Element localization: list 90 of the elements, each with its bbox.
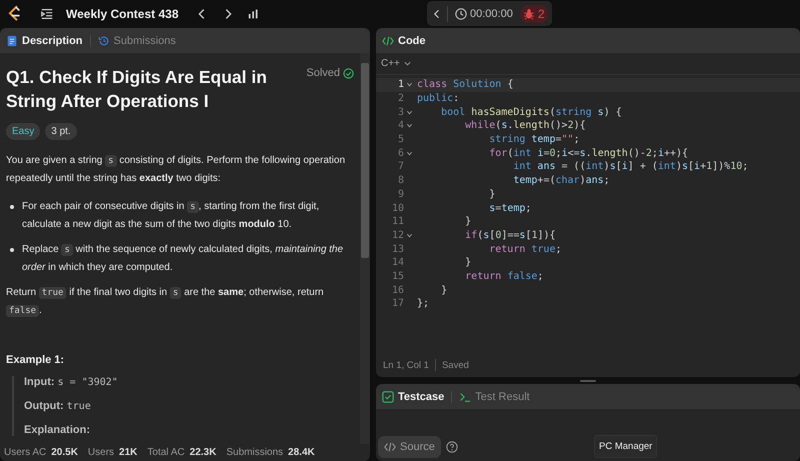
checkbox-icon bbox=[382, 390, 394, 402]
panel-tab[interactable]: Description bbox=[5, 32, 84, 48]
fold-caret-icon[interactable] bbox=[406, 81, 412, 88]
stat-label: Users bbox=[88, 447, 114, 458]
stat-value: 22.3K bbox=[190, 447, 216, 458]
line-number: 12 bbox=[392, 230, 404, 241]
stat-label: Users AC bbox=[4, 447, 46, 458]
line-number: 5 bbox=[398, 134, 404, 146]
bug-icon bbox=[522, 8, 535, 20]
code-icon bbox=[384, 441, 396, 453]
code-line: } bbox=[440, 284, 448, 296]
line-number: 6 bbox=[398, 148, 404, 159]
code-line: class Solution { bbox=[416, 79, 514, 90]
panel-tab[interactable]: Test Result bbox=[458, 388, 531, 404]
solved-status: Solved bbox=[306, 67, 340, 79]
line-number: 14 bbox=[392, 257, 404, 268]
bullet-icon bbox=[10, 248, 14, 252]
line-number: 4 bbox=[398, 120, 404, 132]
paragraph: Return true if the final two digits in s are the same; otherwise, return false . bbox=[6, 286, 325, 319]
code-line: s=temp; bbox=[488, 202, 532, 214]
code-tab[interactable]: Code bbox=[381, 32, 426, 48]
code-line: return false; bbox=[464, 270, 544, 282]
bar-chart-icon[interactable] bbox=[246, 7, 260, 21]
code-line: } bbox=[464, 216, 472, 228]
language-selector[interactable]: C++ bbox=[381, 58, 412, 69]
list-item-text: For each pair of consecutive digits in s , starting from the first digit, calculate a new digit as the sum of the two digits modulo 10. bbox=[22, 200, 320, 232]
panel-tab[interactable]: Testcase bbox=[381, 388, 446, 404]
line-number: 8 bbox=[398, 175, 404, 186]
code-line: } bbox=[464, 257, 472, 268]
code-line: string temp=""; bbox=[488, 134, 580, 146]
line-number: 10 bbox=[392, 202, 404, 214]
logo-icon[interactable] bbox=[6, 5, 22, 23]
code-line: } bbox=[488, 188, 496, 200]
problem-title: Q1. Check If Digits Are Equal in String After Operations I bbox=[6, 66, 268, 113]
list-item-text: Replace s with the sequence of newly calculated digits, maintaining the order in which they are computed. bbox=[22, 243, 344, 275]
difficulty-tag: Easy bbox=[6, 123, 40, 140]
stat-value: 28.4K bbox=[288, 447, 315, 458]
contest-title: Weekly Contest 438 bbox=[66, 7, 178, 21]
code-line: while(s.length()>2){ bbox=[464, 120, 586, 132]
stat-label: Submissions bbox=[226, 447, 284, 458]
example-heading: Example 1: bbox=[6, 354, 66, 366]
code-line: if(s[0]==s[1]){ bbox=[464, 230, 556, 241]
terminal-icon bbox=[459, 390, 472, 402]
example-line: Input: s = "3902" bbox=[24, 376, 119, 388]
example-line: Output: true bbox=[24, 400, 92, 412]
code-line: return true; bbox=[488, 244, 562, 255]
scrollbar[interactable] bbox=[360, 53, 370, 444]
code-line: int ans = ((int)s[i] + (int)s[i+1])%10; bbox=[512, 161, 748, 172]
fold-caret-icon[interactable] bbox=[406, 232, 412, 239]
stat-value: 20.5K bbox=[51, 447, 78, 458]
code-icon bbox=[382, 34, 394, 46]
cursor-position: Ln 1, Col 1 bbox=[383, 360, 429, 370]
line-number: 7 bbox=[398, 161, 404, 172]
line-number: 11 bbox=[392, 216, 404, 228]
list-icon[interactable] bbox=[40, 7, 54, 21]
fold-caret-icon[interactable] bbox=[406, 108, 412, 116]
line-number: 15 bbox=[392, 270, 404, 282]
line-number: 16 bbox=[392, 284, 404, 296]
example-line: Explanation: bbox=[24, 424, 92, 436]
bug-count-button[interactable]: 2 bbox=[520, 4, 548, 22]
paragraph: You are given a string s consisting of digits. Perform the following operation repeatedly until the string has exactly two digits: bbox=[6, 154, 346, 186]
fold-caret-icon[interactable] bbox=[406, 122, 412, 130]
document-icon bbox=[6, 34, 18, 46]
panel-tab[interactable]: Submissions bbox=[96, 32, 177, 48]
history-icon bbox=[98, 34, 110, 46]
line-number: 17 bbox=[392, 298, 404, 310]
code-line: }; bbox=[416, 298, 430, 310]
source-button[interactable]: Source bbox=[378, 436, 441, 458]
points-tag: 3 pt. bbox=[45, 123, 77, 140]
code-line: public: bbox=[416, 93, 460, 104]
clock-icon bbox=[455, 8, 467, 20]
bullet-icon bbox=[10, 205, 14, 209]
caret-icon bbox=[402, 59, 412, 68]
save-status: Saved bbox=[442, 360, 469, 370]
check-circle-icon bbox=[343, 68, 354, 78]
resize-handle[interactable] bbox=[580, 380, 596, 382]
line-number: 1 bbox=[398, 79, 404, 90]
line-number: 9 bbox=[398, 188, 404, 200]
help-icon[interactable] bbox=[446, 441, 458, 453]
timer-button[interactable]: 00:00:00 bbox=[452, 6, 516, 22]
code-line: for(int i=0;i<=s.length()-2;i++){ bbox=[488, 148, 688, 159]
stat-label: Total AC bbox=[147, 447, 185, 458]
code-line: temp+=(char)ans; bbox=[512, 175, 610, 186]
line-number: 13 bbox=[392, 244, 404, 255]
line-number: 2 bbox=[398, 93, 404, 104]
line-number: 3 bbox=[398, 106, 404, 118]
code-line: bool hasSameDigits(string s) { bbox=[440, 106, 622, 118]
tooltip: PC Manager bbox=[594, 435, 658, 458]
fold-caret-icon[interactable] bbox=[406, 150, 412, 157]
stat-value: 21K bbox=[119, 447, 138, 458]
